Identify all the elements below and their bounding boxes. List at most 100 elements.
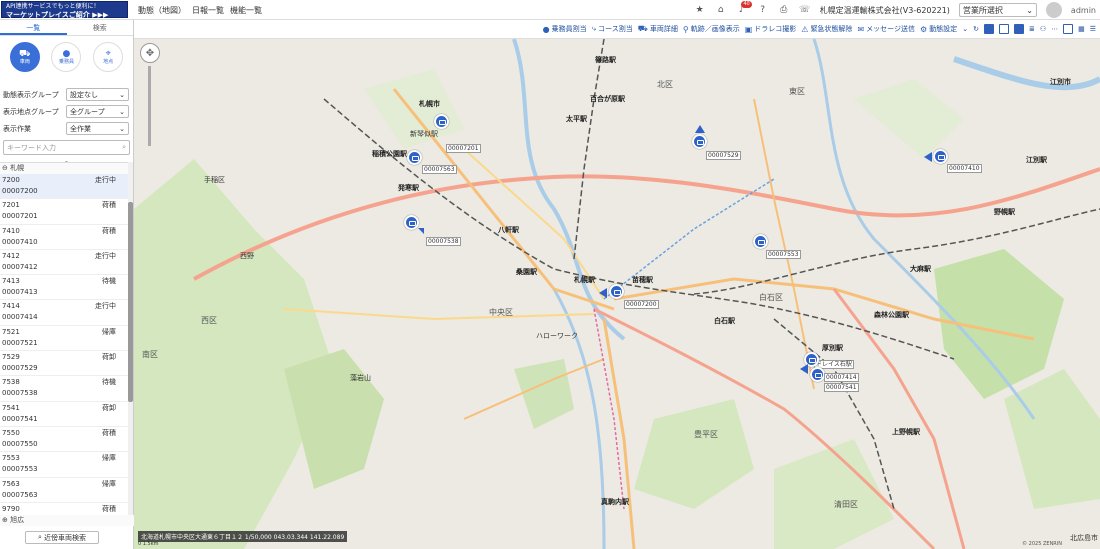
vehicle-marker[interactable]	[810, 367, 825, 382]
mail-icon: ✉	[857, 24, 865, 34]
vehicle-id: 00007201	[2, 212, 38, 221]
list-item[interactable]: 7538 待機 00007538	[0, 376, 128, 402]
sidebar-tabs: 一覧 検索	[0, 20, 133, 36]
tab-list[interactable]: 一覧	[0, 20, 67, 35]
nav-functions[interactable]: 機能一覧	[230, 5, 262, 16]
avatar[interactable]	[1045, 2, 1062, 18]
send-message-button[interactable]: ✉ メッセージ送信	[857, 24, 915, 34]
layer-icon[interactable]	[983, 24, 994, 34]
display-group-select[interactable]: 設定なし ⌄	[66, 88, 129, 101]
chevron-down-icon[interactable]: ⌄	[962, 25, 968, 33]
vehicle-marker[interactable]	[609, 284, 624, 299]
keyword-input[interactable]: キーワード入力 ⌕	[3, 140, 130, 155]
vehicle-id: 00007538	[2, 389, 38, 398]
direction-arrow-icon	[924, 152, 932, 162]
select-value: 設定なし	[70, 90, 98, 99]
vehicle-list: ⊖ 札幌 7200 走行中 00007200 7201 荷積 00007201 7410 荷積…	[0, 162, 128, 518]
hierarchy-icon[interactable]: ⚇	[1040, 25, 1046, 33]
list-item[interactable]: 7541 荷卸 00007541	[0, 402, 128, 427]
search-icon: ⌕	[38, 533, 42, 541]
group-header[interactable]: ⊖ 札幌	[0, 163, 128, 174]
vehicle-id: 00007410	[2, 237, 38, 246]
layer2-icon[interactable]	[1013, 24, 1024, 34]
marketplace-banner[interactable]: API連携サービスでもっと便利に！ マーケットプレイスご紹介 ▶▶▶	[1, 1, 128, 19]
location-group-select[interactable]: 全グループ ⌄	[66, 105, 129, 118]
list-item[interactable]: 7412 走行中 00007412	[0, 250, 128, 276]
dashcam-button[interactable]: ▣ ドラレコ撮影	[745, 24, 797, 34]
list-item[interactable]: 7529 荷卸 00007529	[0, 351, 128, 377]
vehicle-marker[interactable]	[407, 150, 422, 165]
filter-row-task: 表示作業 全作業 ⌄	[0, 120, 133, 137]
vehicle-marker[interactable]	[404, 215, 419, 230]
list-item[interactable]: 7550 荷積 00007550	[0, 427, 128, 453]
tab-search[interactable]: 検索	[67, 20, 134, 35]
track-image-button[interactable]: ⚲ 軌跡／画像表示	[683, 24, 740, 34]
place-label: 白石駅	[714, 317, 735, 325]
list-item[interactable]: 7200 走行中 00007200	[0, 174, 128, 200]
vehicle-name: 7201	[2, 201, 20, 210]
place-label: 八軒駅	[498, 226, 519, 234]
group-header[interactable]: ⊕ 旭広	[0, 515, 134, 526]
place-label: 西区	[201, 316, 217, 325]
list-item[interactable]: 7521 帰庫 00007521	[0, 326, 128, 352]
vehicle-detail-button[interactable]: ⛟ 車両詳細	[638, 24, 678, 34]
list-item[interactable]: 7563 帰庫 00007563	[0, 478, 128, 503]
list-scrollbar[interactable]	[128, 162, 133, 518]
vehicle-id: 00007541	[2, 414, 38, 423]
help-icon[interactable]: ?	[757, 4, 769, 16]
vehicle-name: 7553	[2, 454, 20, 463]
mode-location-button[interactable]: ⌖ 地点	[93, 42, 124, 72]
place-label: 白石区	[759, 293, 783, 302]
assign-driver-button[interactable]: ● 乗務員割当	[543, 24, 587, 34]
scroll-thumb[interactable]	[128, 202, 133, 402]
office-select[interactable]: 営業所選択 ⌄	[958, 3, 1037, 17]
vehicle-label: 00007538	[426, 237, 461, 246]
list-item[interactable]: 7553 帰庫 00007553	[0, 452, 128, 478]
zoom-slider[interactable]	[148, 66, 151, 146]
person-icon: ●	[62, 48, 71, 59]
place-label: 札幌駅	[574, 276, 595, 284]
list-item[interactable]: 7201 荷積 00007201	[0, 199, 128, 225]
vehicle-marker[interactable]	[753, 234, 768, 249]
notification-badge: 40	[741, 1, 752, 8]
star-icon[interactable]: ★	[694, 4, 706, 16]
vehicle-name: 7541	[2, 403, 20, 412]
map-view[interactable]: ✥ 篠路駅 北区 東区 札幌市 百合が原駅 太平駅 新琴似駅 稲積公園駅 発寒駅…	[134, 39, 1100, 549]
nav-map[interactable]: 動態（地図）	[138, 5, 186, 16]
assign-course-button[interactable]: ⤷ コース割当	[592, 24, 633, 34]
vehicle-marker[interactable]	[692, 134, 707, 149]
menu-icon[interactable]: ☰	[1090, 25, 1096, 33]
place-label: 中央区	[489, 308, 513, 317]
vehicle-name: 7563	[2, 479, 20, 488]
list-item[interactable]: 7414 走行中 00007414	[0, 300, 128, 326]
emergency-release-button[interactable]: ⚠ 緊急状態解除	[801, 24, 852, 34]
dynamic-settings-button[interactable]: ⚙ 動態設定	[920, 24, 957, 34]
print-icon[interactable]: ⎙	[778, 4, 790, 16]
nav-daily-report[interactable]: 日報一覧	[192, 5, 224, 16]
more-icon[interactable]: ⋯	[1051, 25, 1058, 33]
refresh-icon[interactable]: ↻	[973, 25, 979, 33]
truck-icon: ⛟	[637, 24, 648, 33]
vehicle-marker[interactable]	[933, 149, 948, 164]
place-label: ハローワーク	[536, 332, 578, 340]
list-icon[interactable]: ≣	[1029, 25, 1035, 33]
filter-label: 表示作業	[3, 124, 31, 133]
vehicle-status: 荷積	[102, 226, 116, 235]
table-icon[interactable]: ▦	[1078, 25, 1085, 33]
vehicle-marker[interactable]	[434, 114, 449, 129]
vehicle-status: 走行中	[95, 176, 116, 184]
list-item[interactable]: 7413 待機 00007413	[0, 275, 128, 301]
pan-control[interactable]: ✥	[140, 43, 160, 63]
mode-driver-button[interactable]: ● 乗務員	[51, 42, 82, 72]
search-icon[interactable]: ⌕	[122, 143, 126, 152]
panel-icon[interactable]	[1063, 24, 1074, 34]
user-name[interactable]: admin	[1071, 6, 1096, 15]
home-icon[interactable]: ⌂	[715, 4, 727, 16]
grid-icon[interactable]	[998, 24, 1009, 34]
task-select[interactable]: 全作業 ⌄	[66, 122, 129, 135]
near-vehicle-search-button[interactable]: ⌕ 近傍車両検索	[25, 531, 99, 544]
mode-vehicle-button[interactable]: ⛟ 車両	[9, 42, 40, 72]
phone-icon[interactable]: ☏	[799, 4, 811, 16]
bell-icon[interactable]: ♪ 40	[736, 1, 752, 16]
list-item[interactable]: 7410 荷積 00007410	[0, 225, 128, 250]
